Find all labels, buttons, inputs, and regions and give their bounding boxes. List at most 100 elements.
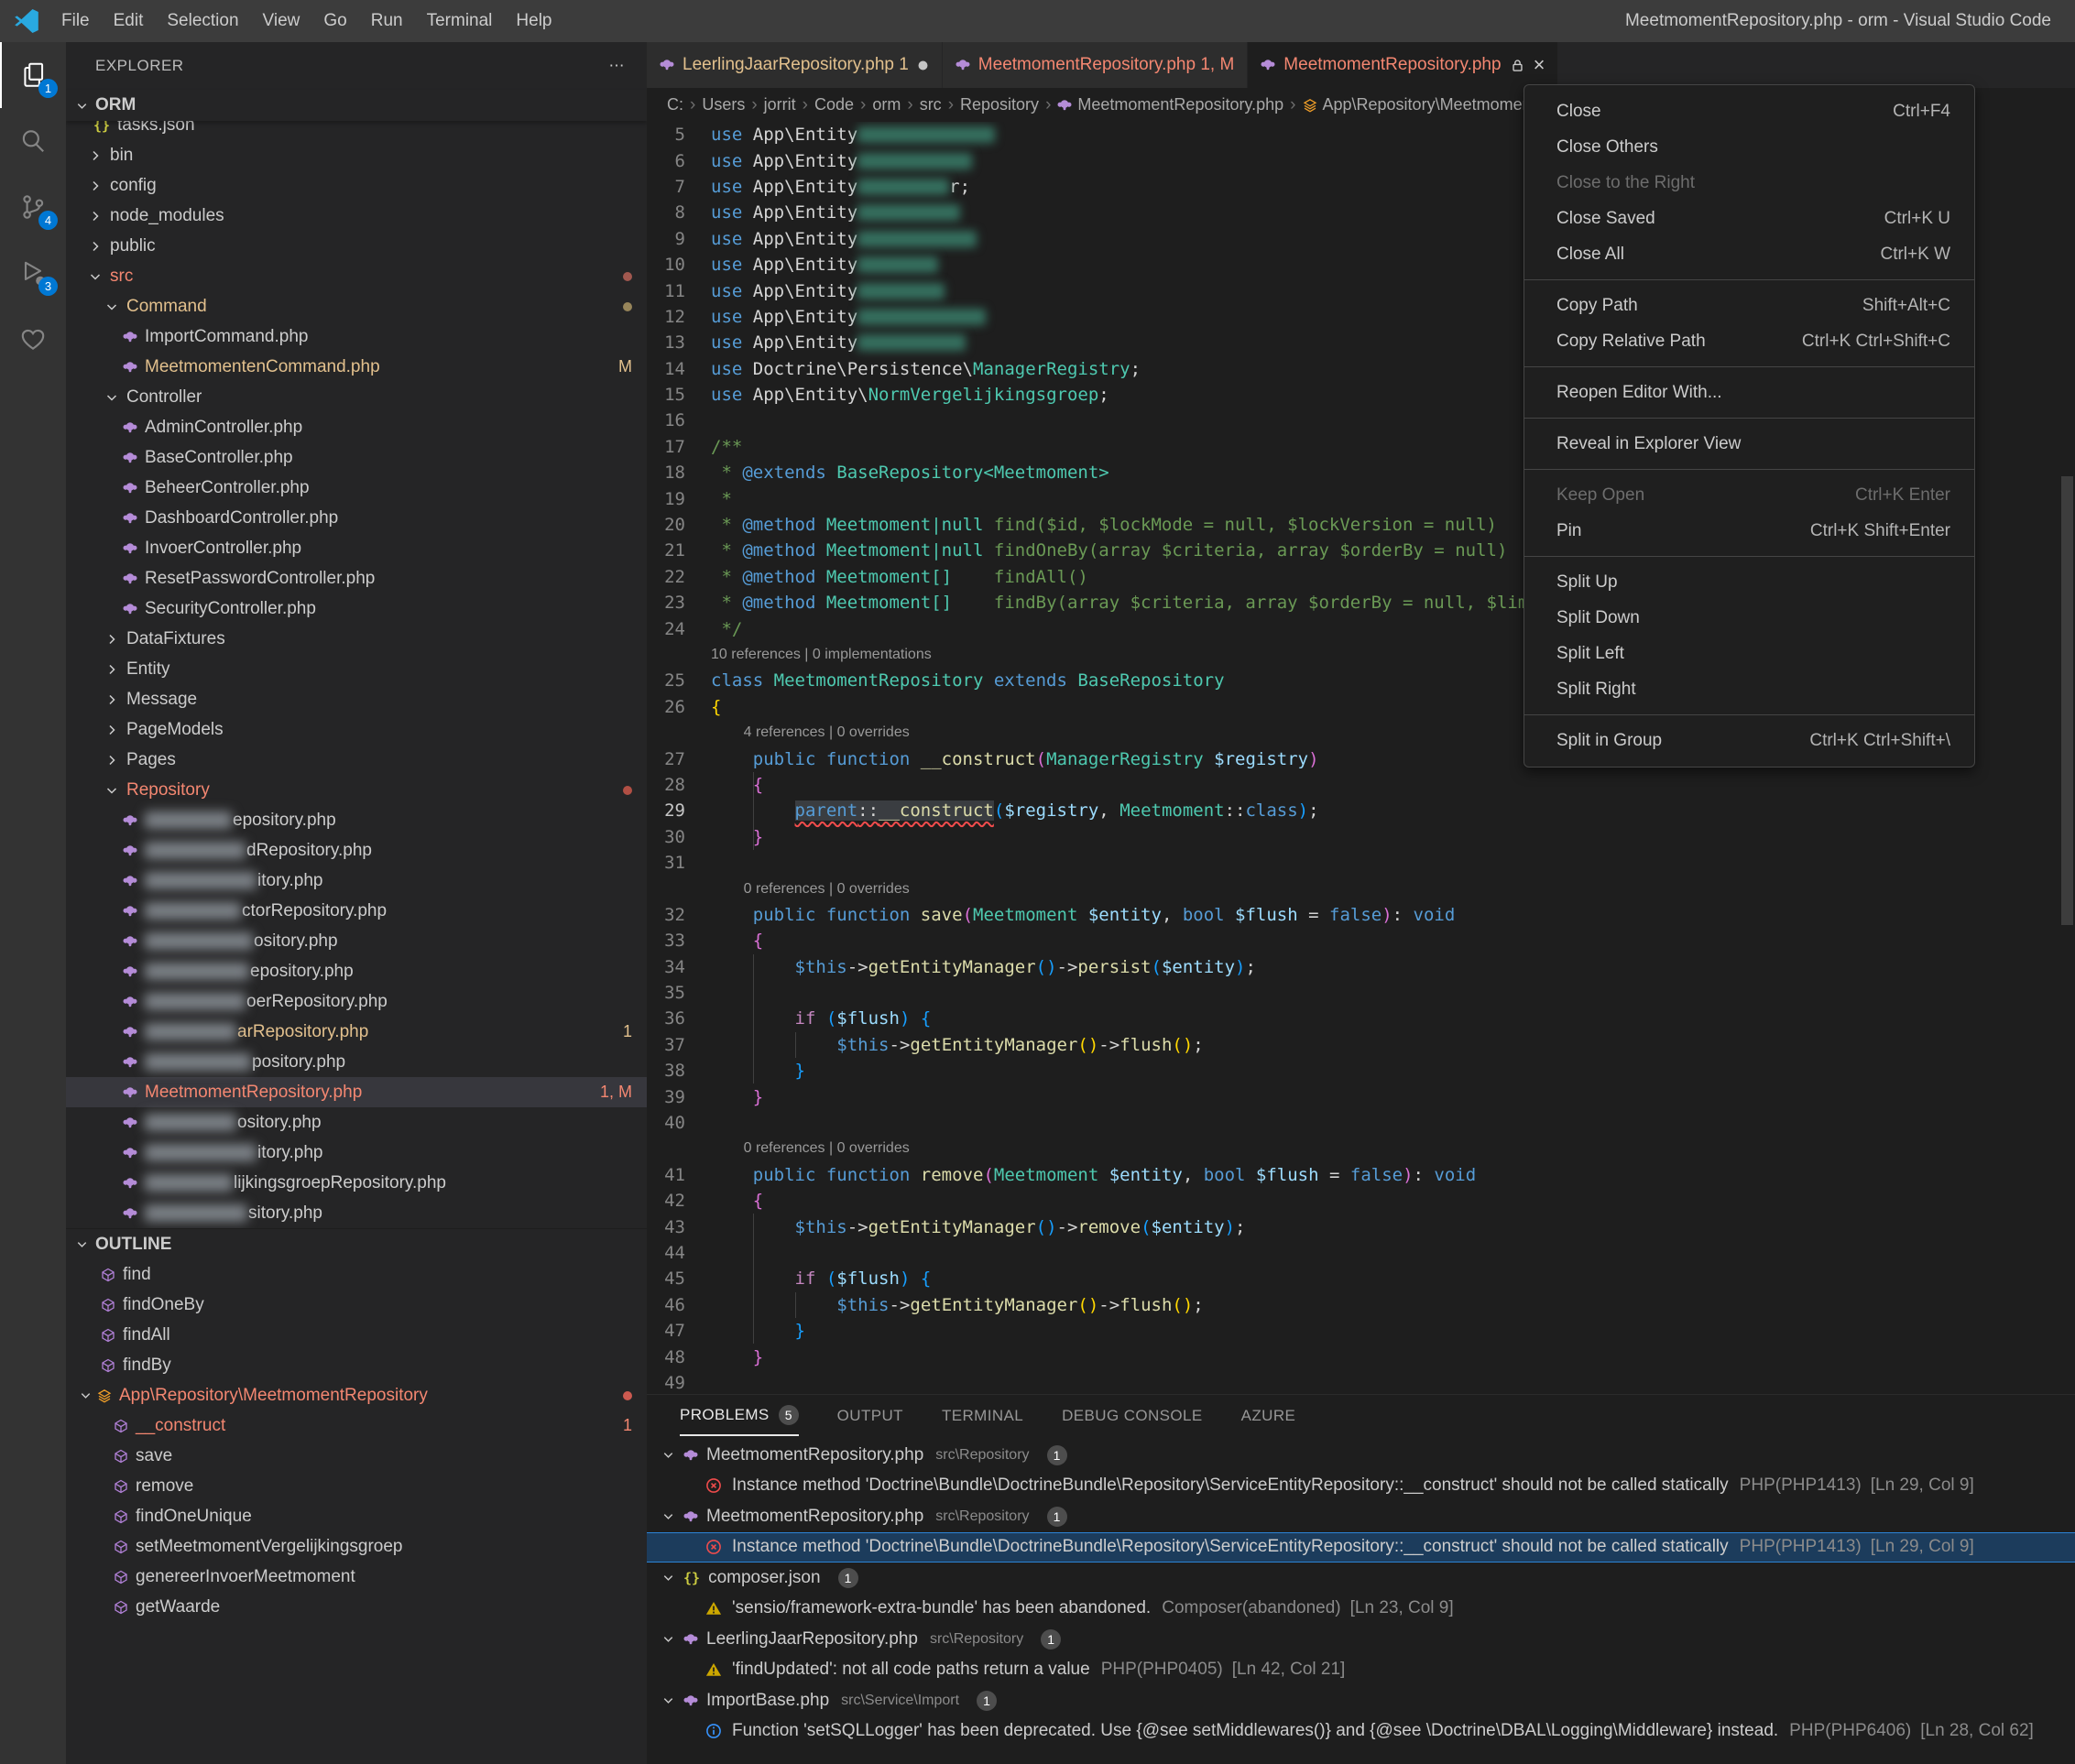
code-line-content[interactable]: } [711, 1344, 2075, 1369]
problem-file-row[interactable]: LeerlingJaarRepository.phpsrc\Repository… [647, 1624, 2075, 1655]
menubar-item-go[interactable]: Go [311, 0, 358, 42]
problem-issue-row[interactable]: Function 'setSQLLogger' has been depreca… [647, 1716, 2075, 1748]
breadcrumb-segment[interactable]: src [920, 95, 942, 114]
tree-item[interactable]: bin [66, 140, 647, 170]
code-line-content[interactable] [711, 1240, 2075, 1266]
codelens[interactable]: 0 references | 0 overrides [711, 1136, 2075, 1161]
code-line-content[interactable]: if ($flush) { [711, 1006, 2075, 1031]
code-line[interactable]: 33 { [647, 928, 2075, 953]
code-line-content[interactable] [711, 1370, 2075, 1394]
code-line[interactable]: 40 [647, 1110, 2075, 1136]
context-menu-item-pin[interactable]: PinCtrl+K Shift+Enter [1524, 513, 1974, 549]
outline-item[interactable]: remove [66, 1471, 647, 1501]
activity-source-control[interactable]: 4 [0, 174, 66, 240]
menubar-item-selection[interactable]: Selection [155, 0, 250, 42]
tree-item[interactable]: Controller [66, 382, 647, 412]
code-line-content[interactable]: public function save(Meetmoment $entity,… [711, 902, 2075, 928]
activity-explorer[interactable]: 1 [0, 42, 66, 108]
code-line-content[interactable]: { [711, 928, 2075, 953]
tree-item[interactable]: InvoerController.php [66, 533, 647, 563]
code-line[interactable]: 29 parent::__construct($registry, Meetmo… [647, 798, 2075, 823]
menubar-item-terminal[interactable]: Terminal [415, 0, 505, 42]
code-line[interactable]: 39 } [647, 1083, 2075, 1109]
problem-file-row[interactable]: MeetmomentRepository.phpsrc\Repository1 [647, 1440, 2075, 1471]
tree-item[interactable]: node_modules [66, 201, 647, 231]
more-actions-icon[interactable]: ⋯ [609, 57, 626, 75]
editor-tab-1[interactable]: MeetmomentRepository.php 1, M [943, 42, 1249, 88]
tree-item[interactable]: BeheerController.php [66, 473, 647, 503]
tree-item[interactable]: Message [66, 684, 647, 714]
tree-item[interactable]: MeetmomentenCommand.phpM [66, 352, 647, 382]
tree-item[interactable]: BaseController.php [66, 442, 647, 473]
code-line-content[interactable]: $this->getEntityManager()->persist($enti… [711, 954, 2075, 980]
breadcrumb-segment[interactable]: Users [702, 95, 745, 114]
menubar-item-file[interactable]: File [49, 0, 102, 42]
tree-item[interactable]: epository.php [66, 805, 647, 835]
codelens[interactable]: 0 references | 0 overrides [711, 876, 2075, 901]
context-menu-item-split-down[interactable]: Split Down [1524, 600, 1974, 636]
tree-item[interactable]: ctorRepository.php [66, 896, 647, 926]
tree-item[interactable]: src [66, 261, 647, 291]
menubar-item-view[interactable]: View [251, 0, 312, 42]
code-line-content[interactable]: $this->getEntityManager()->remove($entit… [711, 1214, 2075, 1239]
code-line[interactable]: 37 $this->getEntityManager()->flush(); [647, 1032, 2075, 1058]
tree-item[interactable]: public [66, 231, 647, 261]
tree-item[interactable]: Command [66, 291, 647, 321]
tree-item[interactable]: arRepository.php1 [66, 1017, 647, 1047]
activity-run-debug[interactable]: 3 [0, 240, 66, 306]
code-line[interactable]: 41 public function remove(Meetmoment $en… [647, 1162, 2075, 1188]
activity-sponsor[interactable] [0, 306, 66, 372]
code-line-content[interactable]: { [711, 772, 2075, 798]
tree-item[interactable]: epository.php [66, 956, 647, 986]
tree-item[interactable]: MeetmomentRepository.php1, M [66, 1077, 647, 1107]
tree-item[interactable]: dRepository.php [66, 835, 647, 866]
tree-item[interactable]: itory.php [66, 866, 647, 896]
context-menu-item-copy-path[interactable]: Copy PathShift+Alt+C [1524, 288, 1974, 323]
codelens-label[interactable]: 0 references | 0 overrides [744, 881, 910, 898]
tree-item[interactable]: AdminController.php [66, 412, 647, 442]
breadcrumb-segment[interactable]: MeetmomentRepository.php [1057, 95, 1283, 114]
panel-tab-output[interactable]: OUTPUT [837, 1395, 903, 1436]
code-line[interactable]: 49 [647, 1370, 2075, 1394]
outline-item[interactable]: getWaarde [66, 1592, 647, 1622]
editor-scrollbar[interactable] [2061, 476, 2073, 925]
tree-item[interactable]: SecurityController.php [66, 593, 647, 624]
tree-item[interactable]: PageModels [66, 714, 647, 745]
menubar-item-run[interactable]: Run [359, 0, 415, 42]
outline-item[interactable]: findAll [66, 1320, 647, 1350]
outline-section-header[interactable]: OUTLINE [66, 1228, 647, 1259]
code-line-content[interactable]: $this->getEntityManager()->flush(); [711, 1032, 2075, 1058]
tree-item[interactable]: ImportCommand.php [66, 321, 647, 352]
outline-item[interactable]: __construct1 [66, 1410, 647, 1441]
context-menu-item-copy-relative-path[interactable]: Copy Relative PathCtrl+K Ctrl+Shift+C [1524, 323, 1974, 359]
tree-item[interactable]: oerRepository.php [66, 986, 647, 1017]
tree-item[interactable]: ository.php [66, 1107, 647, 1138]
problem-file-row[interactable]: MeetmomentRepository.phpsrc\Repository1 [647, 1501, 2075, 1532]
code-line[interactable]: 38 } [647, 1058, 2075, 1083]
editor-tab-0[interactable]: LeerlingJaarRepository.php 1 [647, 42, 943, 88]
problem-issue-row[interactable]: Instance method 'Doctrine\Bundle\Doctrin… [647, 1471, 2075, 1502]
code-line-content[interactable]: } [711, 1318, 2075, 1344]
code-line[interactable]: 32 public function save(Meetmoment $enti… [647, 902, 2075, 928]
code-line-content[interactable] [711, 980, 2075, 1006]
project-section-header[interactable]: ORM [66, 90, 647, 121]
code-line-content[interactable]: { [711, 1188, 2075, 1214]
code-line-content[interactable] [711, 1110, 2075, 1136]
code-line[interactable]: 44 [647, 1240, 2075, 1266]
activity-search[interactable] [0, 108, 66, 174]
modified-dot-icon[interactable] [917, 60, 929, 71]
code-line[interactable]: 35 [647, 980, 2075, 1006]
close-tab-icon[interactable]: × [1534, 55, 1545, 75]
code-line[interactable]: 36 if ($flush) { [647, 1006, 2075, 1031]
code-line[interactable]: 43 $this->getEntityManager()->remove($en… [647, 1214, 2075, 1239]
panel-tab-debug-console[interactable]: DEBUG CONSOLE [1062, 1395, 1203, 1436]
context-menu-item-split-up[interactable]: Split Up [1524, 564, 1974, 600]
outline-item[interactable]: setMeetmomentVergelijkingsgroep [66, 1531, 647, 1562]
tree-item[interactable]: lijkingsgroepRepository.php [66, 1168, 647, 1198]
code-line[interactable]: 48 } [647, 1344, 2075, 1369]
code-line-content[interactable] [711, 850, 2075, 876]
code-line-content[interactable]: if ($flush) { [711, 1266, 2075, 1291]
tree-item[interactable]: Pages [66, 745, 647, 775]
problem-file-row[interactable]: {}composer.json1 [647, 1563, 2075, 1594]
outline-item[interactable]: findOneBy [66, 1290, 647, 1320]
